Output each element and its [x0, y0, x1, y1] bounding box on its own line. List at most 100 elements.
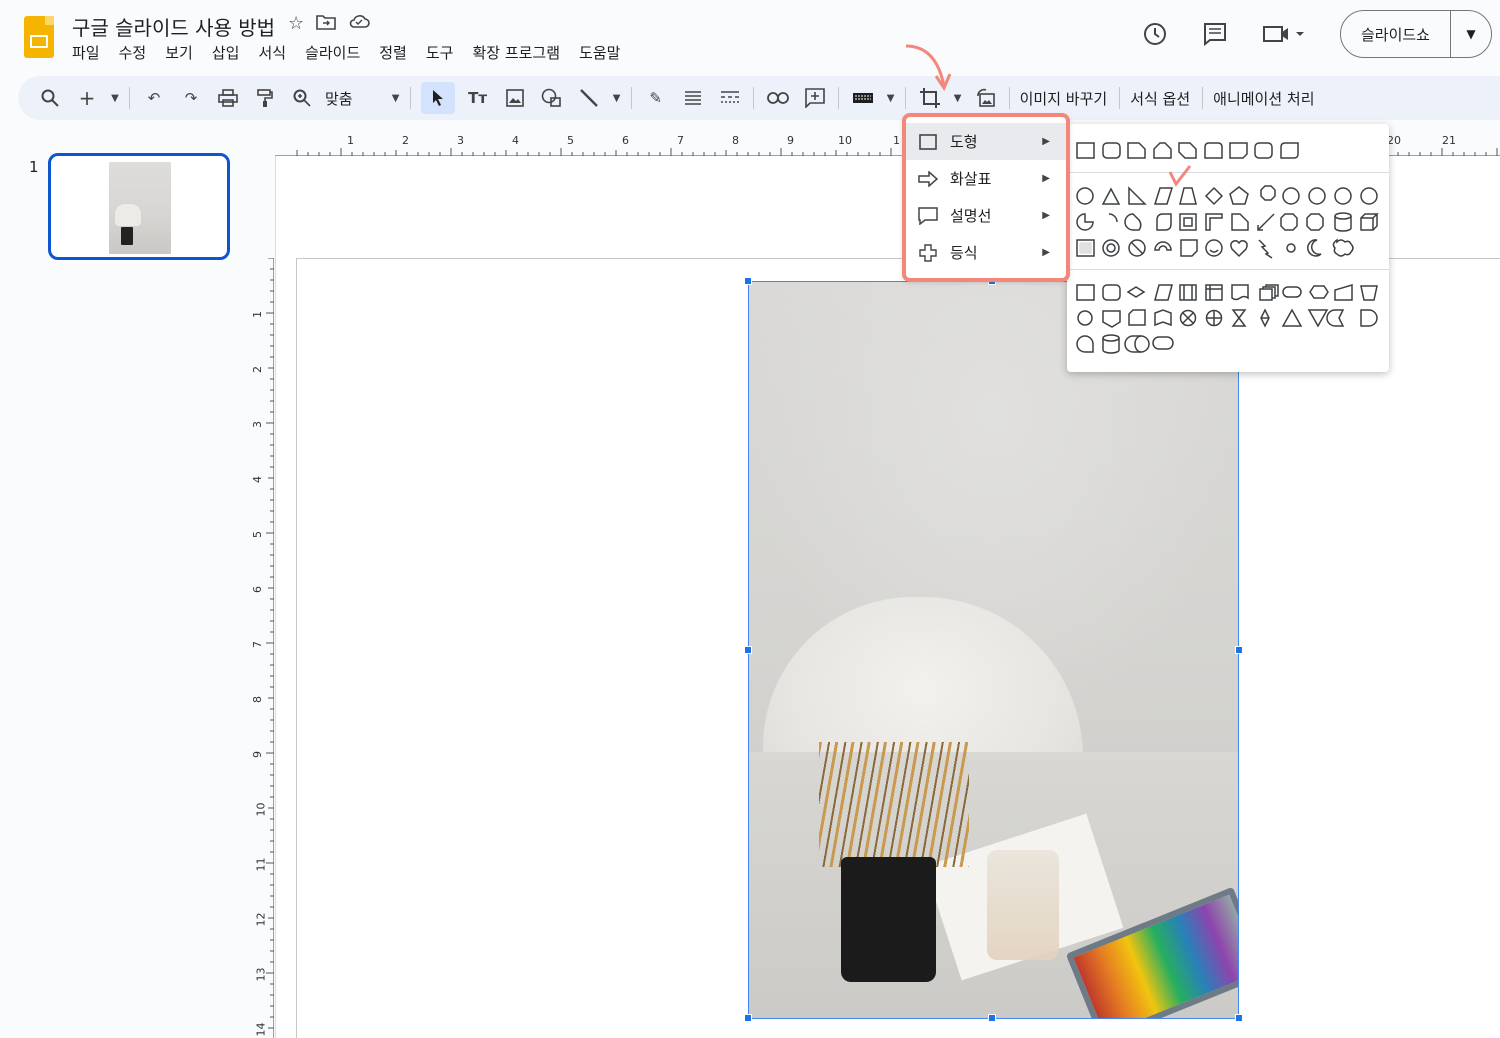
ruler-v-label: 9 [251, 751, 264, 758]
line-weight-icon[interactable] [679, 82, 707, 114]
menu-format[interactable]: 서식 [258, 42, 286, 63]
ruler-h-label: 1 [893, 134, 900, 147]
comments-icon[interactable] [1200, 19, 1230, 49]
print-icon[interactable] [214, 82, 242, 114]
resize-handle[interactable] [744, 1014, 752, 1022]
toolbar-divider [630, 87, 632, 109]
search-menus-icon[interactable] [36, 82, 64, 114]
ruler-v-label: 2 [251, 366, 264, 373]
toolbar: + ▼ ↶ ↷ 맞춤 ▼ Tт ▼ ✎ ▼ ▼ 이미지 바꾸기 서식 옵션 애니… [18, 76, 1500, 120]
insert-link-icon[interactable] [764, 82, 792, 114]
cloud-status-icon[interactable] [348, 13, 370, 36]
add-comment-icon[interactable] [801, 82, 829, 114]
menu-view[interactable]: 보기 [165, 42, 193, 63]
slideshow-button-group: 슬라이드쇼 ▼ [1340, 10, 1492, 58]
pen-icon[interactable]: ✎ [642, 82, 670, 114]
version-history-icon[interactable] [1140, 19, 1170, 49]
input-tools-dropdown-icon[interactable]: ▼ [886, 82, 896, 114]
shape-row-rectangles[interactable] [1067, 132, 1389, 168]
menu-slide[interactable]: 슬라이드 [305, 42, 360, 63]
animate-button[interactable]: 애니메이션 처리 [1213, 88, 1314, 109]
ruler-v-label: 11 [254, 857, 268, 872]
menu-arrange[interactable]: 정렬 [379, 42, 407, 63]
menu-help[interactable]: 도움말 [579, 42, 620, 63]
reset-image-icon[interactable] [972, 82, 1000, 114]
ruler-h-label: 4 [512, 134, 519, 147]
toolbar-divider [1008, 87, 1010, 109]
meet-icon[interactable] [1260, 19, 1310, 49]
line-icon[interactable] [575, 82, 603, 114]
resize-handle[interactable] [744, 277, 752, 285]
ruler-v-label: 14 [254, 1022, 268, 1037]
document-title[interactable]: 구글 슬라이드 사용 방법 [72, 12, 275, 41]
brush-cup-in-photo [841, 857, 936, 982]
menu-tools[interactable]: 도구 [426, 42, 454, 63]
undo-icon[interactable]: ↶ [140, 82, 168, 114]
ruler-h-label: 1 [347, 134, 354, 147]
ruler-v-label: 13 [254, 967, 268, 982]
menu-extensions[interactable]: 확장 프로그램 [472, 42, 560, 63]
ruler-h-label: 6 [622, 134, 629, 147]
new-slide-dropdown-icon[interactable]: ▼ [110, 82, 120, 114]
toolbar-divider [837, 87, 839, 109]
ruler-v-label: 6 [251, 586, 264, 593]
shapes-submenu [1067, 124, 1389, 372]
resize-handle[interactable] [988, 1014, 996, 1022]
ruler-h-label: 10 [838, 134, 852, 147]
ruler-h-label: 7 [677, 134, 684, 147]
select-tool-icon[interactable] [420, 82, 455, 114]
ruler-v-label: 4 [251, 476, 264, 483]
menu-file[interactable]: 파일 [72, 42, 100, 63]
slides-logo[interactable] [24, 16, 54, 58]
ruler-h-label: 9 [787, 134, 794, 147]
format-options-button[interactable]: 서식 옵션 [1130, 88, 1190, 109]
ruler-v-label: 1 [251, 311, 264, 318]
shape-row-flowchart[interactable] [1067, 276, 1389, 364]
slideshow-dropdown-icon[interactable]: ▼ [1451, 11, 1491, 57]
replace-image-button[interactable]: 이미지 바꾸기 [1020, 88, 1108, 109]
text-box-icon[interactable]: Tт [464, 82, 492, 114]
ruler-v-label: 8 [251, 696, 264, 703]
shapes-divider [1067, 172, 1389, 173]
jar-in-photo [987, 850, 1059, 960]
thumbnail-image [109, 162, 171, 254]
vertical-ruler: 1 2 3 4 5 6 7 8 9 10 11 12 13 14 [251, 258, 274, 1038]
resize-handle[interactable] [1235, 1014, 1243, 1022]
zoom-icon[interactable] [288, 82, 316, 114]
resize-handle[interactable] [744, 646, 752, 654]
ruler-v-label: 3 [251, 421, 264, 428]
ruler-h-label: 5 [567, 134, 574, 147]
ruler-h-label: 3 [457, 134, 464, 147]
slide-number: 1 [29, 158, 39, 176]
toolbar-divider [1202, 87, 1204, 109]
slide-thumbnail[interactable] [48, 153, 230, 260]
line-dash-icon[interactable] [716, 82, 744, 114]
shape-icon[interactable] [538, 82, 566, 114]
ruler-h-label: 2 [402, 134, 409, 147]
line-dropdown-icon[interactable]: ▼ [612, 82, 622, 114]
redo-icon[interactable]: ↷ [177, 82, 205, 114]
input-tools-icon[interactable] [849, 82, 877, 114]
star-icon[interactable]: ☆ [288, 13, 304, 36]
shape-row-basic[interactable] [1067, 180, 1389, 264]
zoom-dropdown-icon[interactable]: ▼ [391, 82, 401, 114]
ruler-v-label: 7 [251, 641, 264, 648]
shapes-divider [1067, 269, 1389, 270]
paint-format-icon[interactable] [251, 82, 279, 114]
toolbar-divider [129, 87, 130, 109]
ruler-v-label: 5 [251, 531, 264, 538]
selected-image[interactable] [748, 281, 1239, 1019]
ruler-h-label: 20 [1387, 134, 1401, 147]
toolbar-divider [752, 87, 754, 109]
ruler-v-label: 12 [254, 912, 268, 927]
menu-insert[interactable]: 삽입 [212, 42, 240, 63]
resize-handle[interactable] [1235, 646, 1243, 654]
ruler-h-label: 8 [732, 134, 739, 147]
new-slide-icon[interactable]: + [73, 82, 101, 114]
zoom-select[interactable]: 맞춤 [325, 88, 353, 109]
slideshow-button[interactable]: 슬라이드쇼 [1341, 11, 1451, 57]
move-folder-icon[interactable] [316, 13, 336, 36]
insert-image-icon[interactable] [501, 82, 529, 114]
menu-edit[interactable]: 수정 [119, 42, 147, 63]
toolbar-divider [1119, 87, 1121, 109]
